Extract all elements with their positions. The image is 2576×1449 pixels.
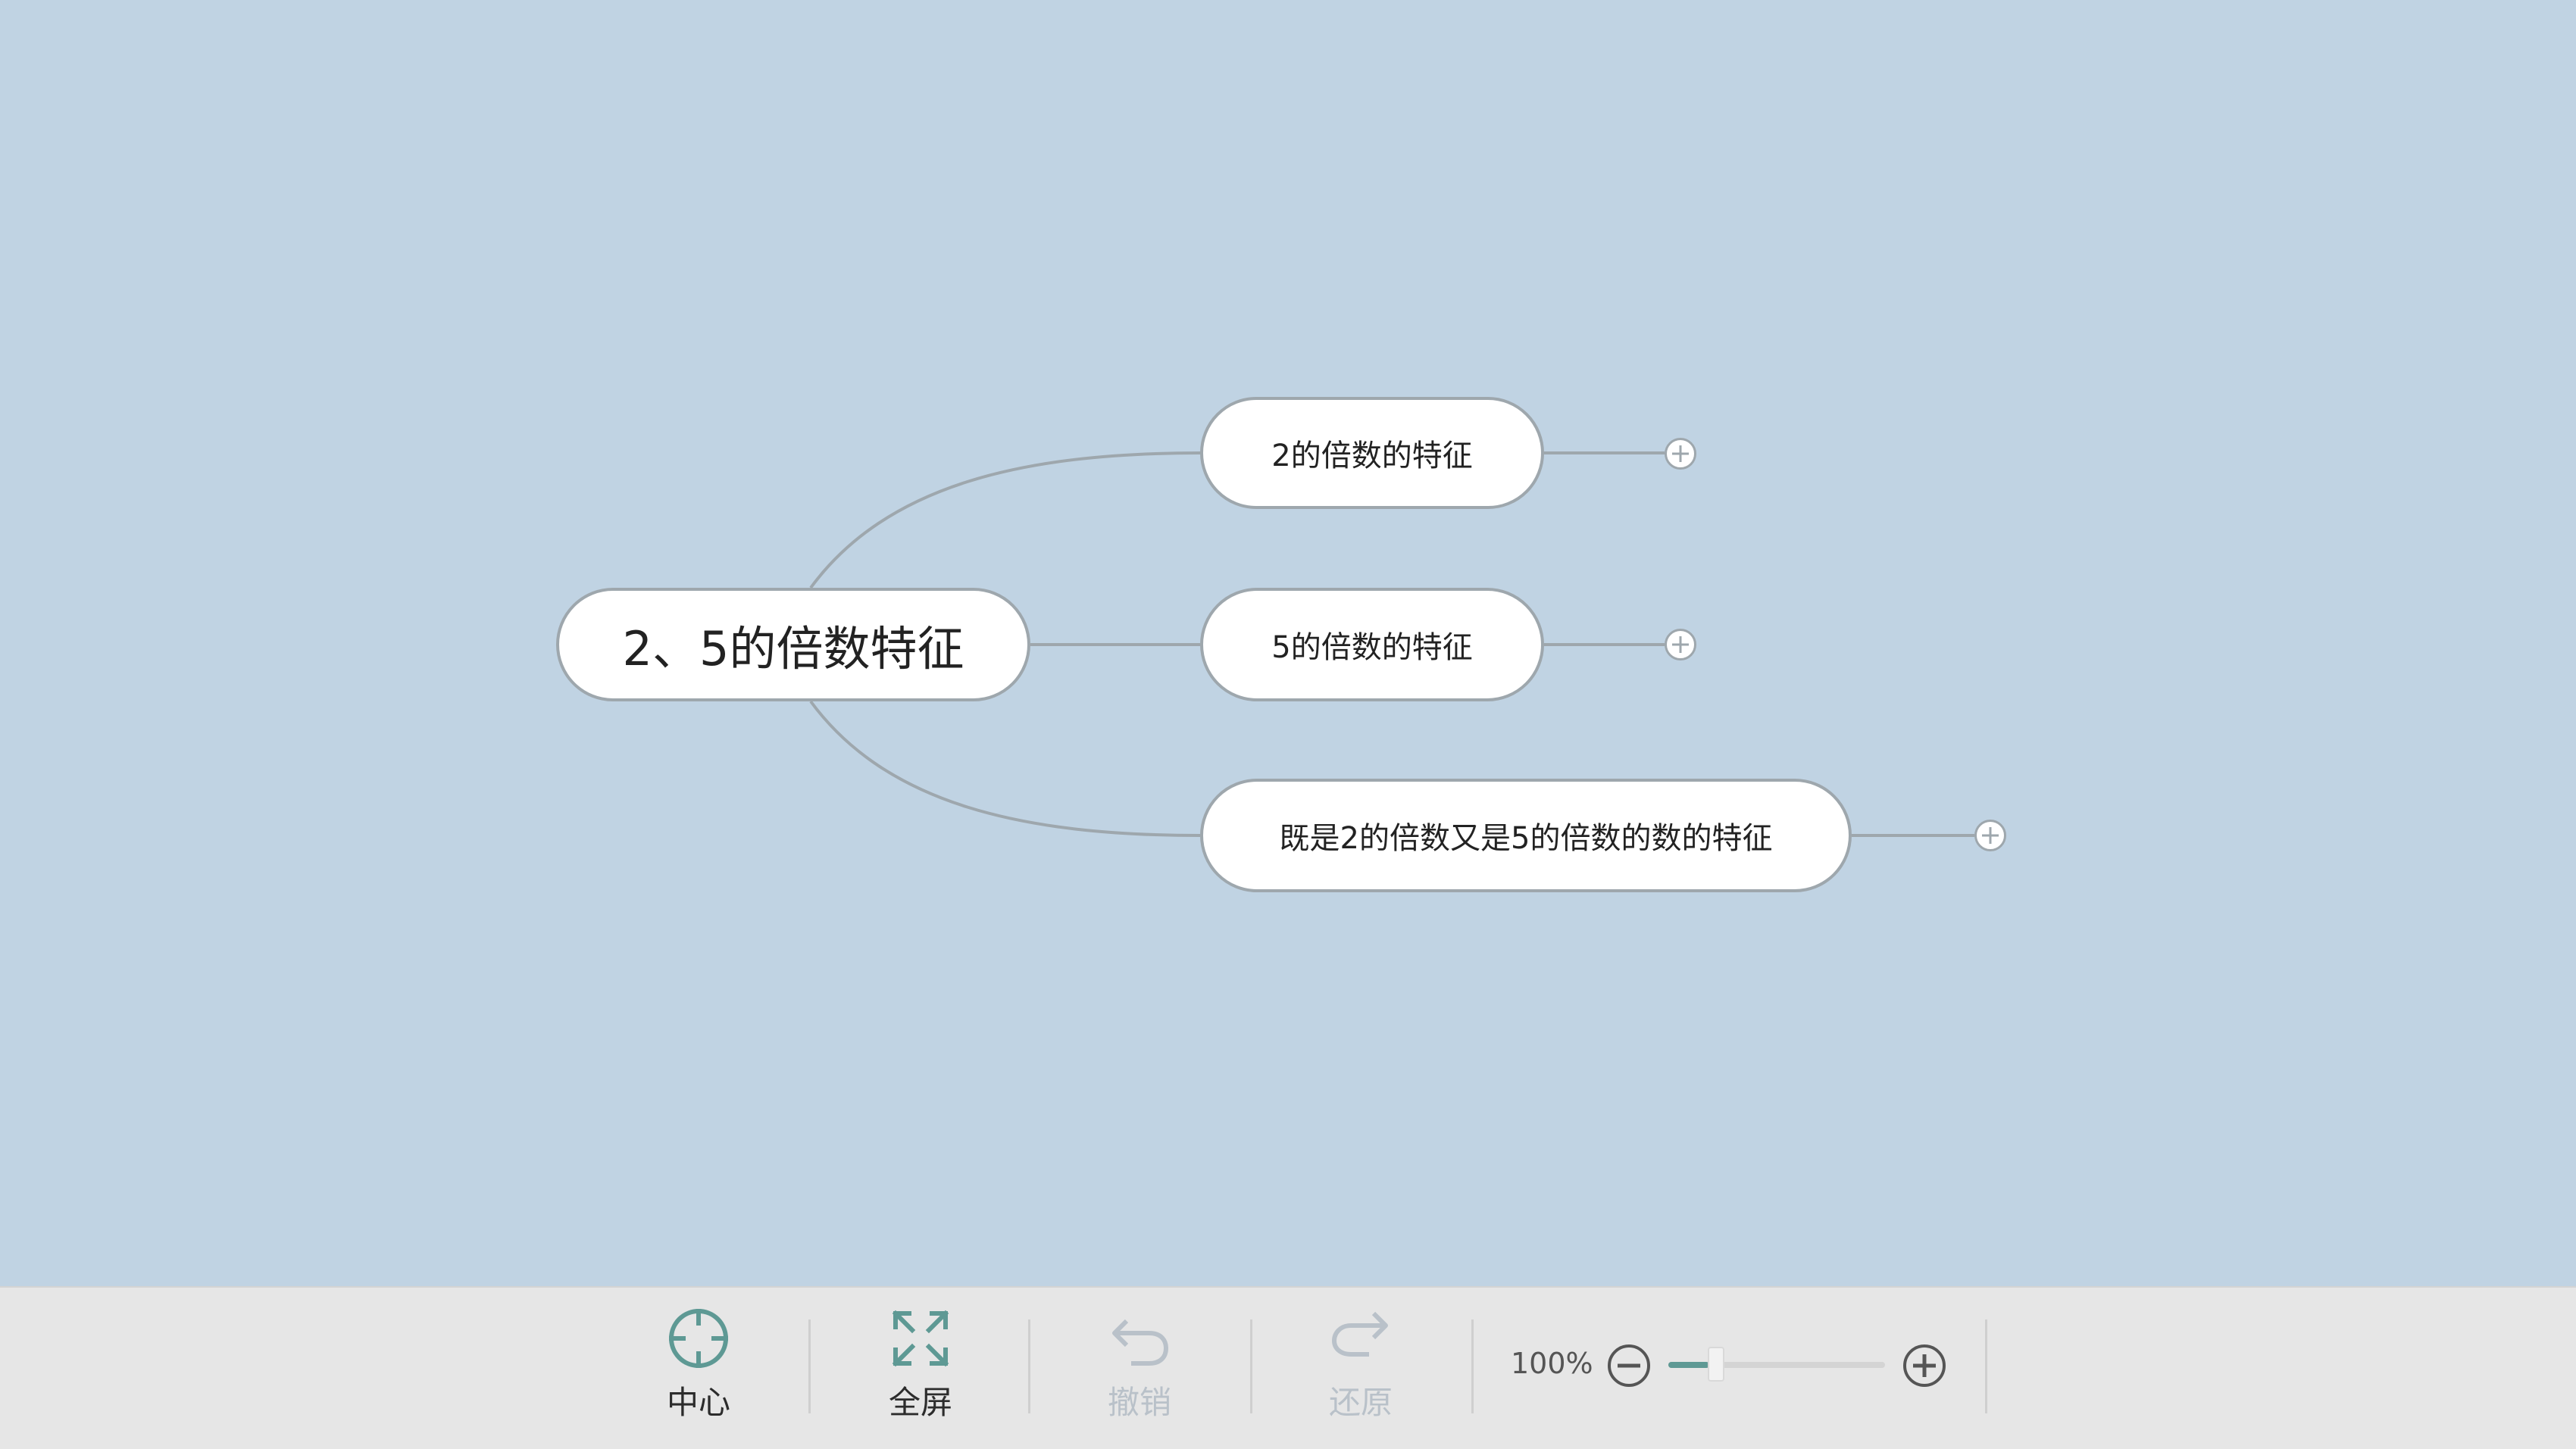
center-button[interactable]: 中心 [630,1304,767,1433]
toolbar-divider [1028,1319,1030,1413]
toolbar-divider [808,1319,811,1413]
redo-button-label: 还原 [1328,1384,1393,1421]
child-node-label: 2的倍数的特征 [1271,439,1473,473]
fullscreen-button[interactable]: 全屏 [852,1304,989,1433]
center-button-label: 中心 [666,1384,730,1421]
bottom-toolbar: 中心 全屏 撤销 还原 [0,1286,2576,1449]
redo-button[interactable]: 还原 [1293,1304,1429,1433]
zoom-in-plus-icon[interactable] [1903,1344,1946,1387]
child-node-label: 既是2的倍数又是5的倍数的数的特征 [1279,821,1773,856]
zoom-slider-fill [1668,1362,1710,1368]
toolbar-divider [1985,1319,1987,1413]
zoom-slider-track[interactable] [1668,1347,1885,1382]
root-node[interactable]: 2、5的倍数特征 [556,588,1030,701]
crosshair-icon [669,1309,728,1368]
child-node-2[interactable]: 5的倍数的特征 [1200,588,1544,701]
toolbar-divider [1471,1319,1474,1413]
link-root-to-child-1 [809,451,1201,589]
redo-arrow-icon [1332,1311,1388,1357]
mindmap-canvas[interactable]: 2、5的倍数特征 2的倍数的特征 5的倍数的特征 既是2的倍数又是5的倍数的数的… [0,0,2576,1286]
expand-node-1-plus-icon[interactable] [1665,438,1696,470]
toolbar-divider [1250,1319,1252,1413]
expand-node-3-plus-icon[interactable] [1974,820,2006,851]
fullscreen-button-label: 全屏 [888,1384,952,1421]
undo-button-label: 撤销 [1107,1384,1171,1421]
child-node-label: 5的倍数的特征 [1271,630,1473,665]
zoom-slider-handle[interactable] [1708,1347,1725,1382]
zoom-out-minus-icon[interactable] [1608,1344,1650,1387]
expand-node-2-plus-icon[interactable] [1665,629,1696,660]
undo-arrow-icon [1112,1319,1168,1366]
root-node-label: 2、5的倍数特征 [622,621,964,676]
link-root-to-child-3 [809,700,1201,837]
child-node-3[interactable]: 既是2的倍数又是5的倍数的数的特征 [1200,779,1852,892]
undo-button[interactable]: 撤销 [1071,1304,1208,1433]
expand-arrows-icon [892,1310,949,1367]
zoom-level-text: 100% [1511,1347,1593,1380]
child-node-1[interactable]: 2的倍数的特征 [1200,397,1544,509]
